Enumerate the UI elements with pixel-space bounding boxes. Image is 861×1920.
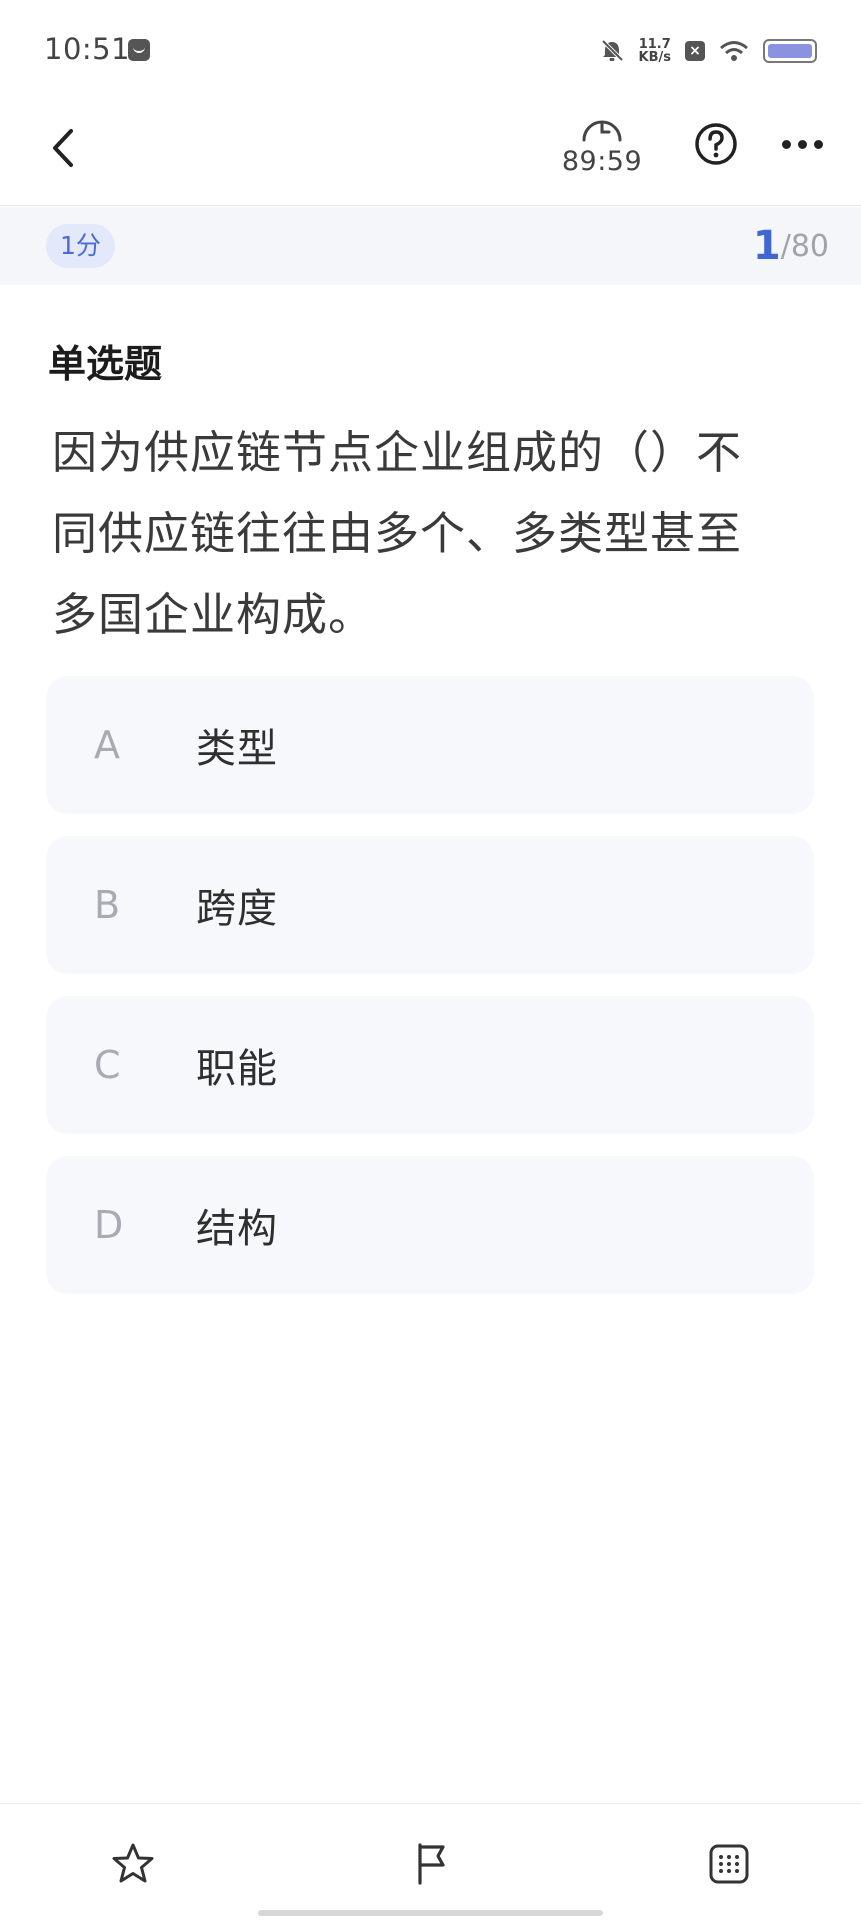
- option-text: 结构: [196, 1206, 278, 1252]
- option-letter: A: [94, 723, 120, 767]
- option-letter: D: [94, 1203, 124, 1247]
- mark-button[interactable]: [403, 1836, 459, 1892]
- timer-text: 89:59: [561, 146, 643, 177]
- status-bar: 10:51 11.7 KB/s ×: [0, 0, 861, 100]
- status-time: 10:51: [44, 32, 131, 66]
- more-icon-dot: [813, 139, 823, 149]
- clock-icon: [582, 120, 622, 142]
- help-button[interactable]: [690, 118, 742, 170]
- option-c[interactable]: C 职能: [46, 996, 814, 1134]
- exam-timer: 89:59: [552, 116, 652, 177]
- grid-icon: [709, 1844, 749, 1884]
- question-type: 单选题: [48, 342, 163, 386]
- question-text: 因为供应链节点企业组成的（）不 同供应链往往由多个、多类型甚至 多国企业构成。: [52, 412, 812, 655]
- flag-icon: [418, 1843, 445, 1885]
- home-indicator[interactable]: [258, 1910, 603, 1916]
- help-icon: [695, 123, 737, 165]
- battery-icon: [763, 39, 817, 63]
- option-text: 跨度: [196, 886, 278, 932]
- option-text: 职能: [196, 1046, 278, 1092]
- favorite-button[interactable]: [105, 1836, 161, 1892]
- more-icon: [781, 139, 791, 149]
- message-icon: [128, 39, 150, 61]
- back-icon: [53, 129, 73, 167]
- wifi-icon: [720, 41, 748, 61]
- question-line: 同供应链往往由多个、多类型甚至: [52, 507, 743, 560]
- option-letter: C: [94, 1043, 121, 1087]
- net-speed: 11.7 KB/s: [639, 38, 671, 64]
- score-badge: 1分: [46, 224, 115, 268]
- current-question-number: 1: [752, 223, 781, 269]
- more-button[interactable]: [774, 118, 830, 170]
- option-b[interactable]: B 跨度: [46, 836, 814, 974]
- question-info-bar: 1分 1/80: [0, 207, 861, 285]
- option-text: 类型: [196, 726, 278, 772]
- question-line: 因为供应链节点企业组成的（）不: [52, 426, 743, 479]
- mute-bell-icon: [601, 39, 623, 62]
- question-line: 多国企业构成。: [52, 588, 375, 641]
- more-icon-dot: [797, 139, 807, 149]
- close-square-icon: ×: [685, 41, 705, 61]
- star-icon: [112, 1843, 154, 1883]
- bottom-toolbar: [0, 1803, 861, 1920]
- answer-sheet-button[interactable]: [701, 1836, 757, 1892]
- total-questions: /80: [780, 229, 829, 264]
- back-button[interactable]: [36, 120, 92, 176]
- question-progress: 1/80: [753, 223, 829, 269]
- option-d[interactable]: D 结构: [46, 1156, 814, 1294]
- option-letter: B: [94, 883, 121, 927]
- net-speed-unit: KB/s: [638, 50, 671, 65]
- option-a[interactable]: A 类型: [46, 676, 814, 814]
- app-bar: 89:59: [0, 100, 861, 206]
- status-icons: 11.7 KB/s ×: [599, 34, 817, 68]
